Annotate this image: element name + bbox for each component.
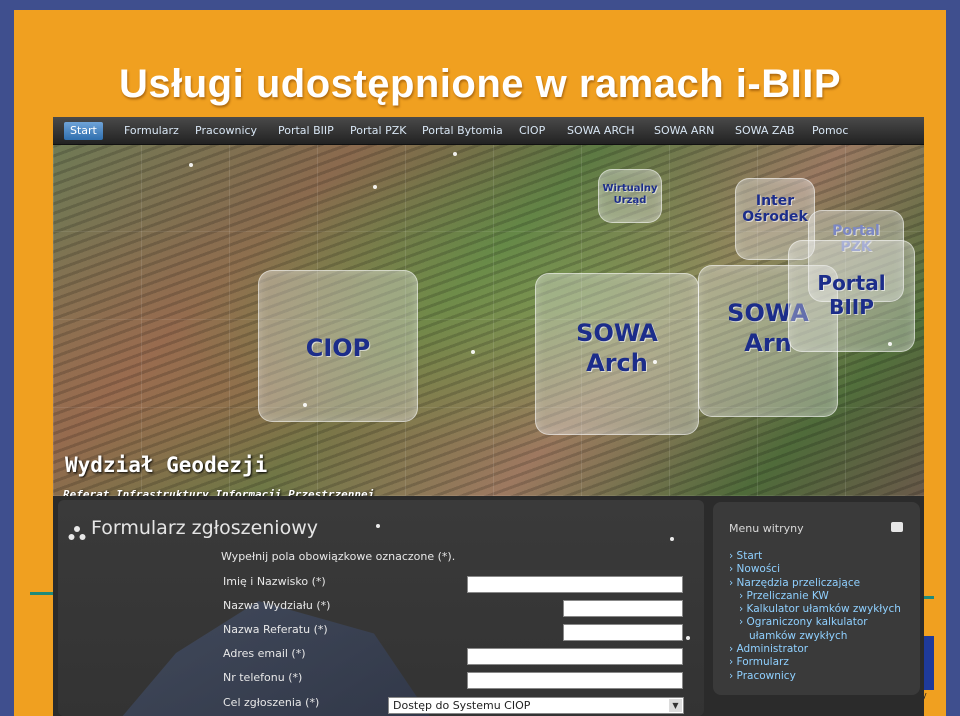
nav-item-ciop[interactable]: CIOP [513, 122, 551, 140]
tile-biip-label-1: Portal [817, 271, 886, 295]
email-field[interactable] [467, 648, 683, 665]
menu-item-narzedzia[interactable]: › Narzędzia przeliczające [729, 577, 901, 590]
name-field[interactable] [467, 576, 683, 593]
chevron-right-icon: › [739, 603, 747, 616]
tile-sowa-arch-label-2: Arch [586, 349, 648, 377]
menu-item-label: Pracownicy [736, 669, 796, 682]
menu-item-label: Ograniczony kalkulator [746, 616, 868, 629]
sparkle-dot [670, 537, 674, 541]
comment-icon [891, 522, 903, 532]
form-hint: Wypełnij pola obowiązkowe oznaczone (*). [221, 550, 456, 563]
form-panel: Formularz zgłoszeniowy Wypełnij pola obo… [58, 500, 704, 716]
nav-item-formularz[interactable]: Formularz [118, 122, 185, 140]
people-icon [68, 526, 86, 540]
chevron-right-icon: › [729, 550, 737, 562]
chevron-right-icon: › [729, 656, 737, 669]
nav-item-pomoc[interactable]: Pomoc [806, 122, 854, 140]
label-email: Adres email (*) [223, 647, 306, 660]
tile-ciop-label: CIOP [305, 334, 371, 362]
menu-item-kalkulator[interactable]: › Kalkulator ułamków zwykłych [729, 603, 901, 616]
section-field[interactable] [563, 624, 683, 641]
chevron-right-icon: › [729, 669, 737, 682]
tile-wirtualny-label-2: Urząd [613, 195, 647, 206]
slide-title: Usługi udostępnione w ramach i-BIIP [118, 62, 842, 106]
label-section: Nazwa Referatu (*) [223, 623, 328, 636]
top-navigation-bar: Start Formularz Pracownicy Portal BIIP P… [53, 117, 924, 145]
label-department: Nazwa Wydziału (*) [223, 599, 331, 612]
nav-item-pracownicy[interactable]: Pracownicy [189, 122, 263, 140]
content-area: Formularz zgłoszeniowy Wypełnij pola obo… [53, 496, 924, 716]
nav-item-portal-bytomia[interactable]: Portal Bytomia [416, 122, 509, 140]
nav-item-sowa-arn[interactable]: SOWA ARN [648, 122, 720, 140]
tile-ciop[interactable]: CIOP [258, 270, 418, 422]
menu-item-label: Formularz [736, 656, 789, 669]
menu-item-label: Przeliczanie KW [746, 589, 829, 602]
embedded-website-screenshot: Start Formularz Pracownicy Portal BIIP P… [53, 117, 924, 716]
menu-item-ograniczony-kalkulator[interactable]: › Ograniczony kalkulator [729, 616, 901, 629]
tile-pzk-label-1: Portal [832, 223, 880, 239]
menu-item-label: ułamków zwykłych [749, 629, 848, 642]
label-name: Imię i Nazwisko (*) [223, 575, 326, 588]
chevron-right-icon: › [729, 576, 737, 589]
sparkle-dot [686, 636, 690, 640]
department-field[interactable] [563, 600, 683, 617]
chevron-right-icon: › [739, 616, 747, 629]
menu-item-przeliczanie-kw[interactable]: › Przeliczanie KW [729, 590, 901, 603]
nav-item-sowa-zab[interactable]: SOWA ZAB [729, 122, 801, 140]
sparkle-dot [453, 152, 457, 156]
menu-item-label: Administrator [736, 643, 809, 656]
menu-item-label: Kalkulator ułamków zwykłych [746, 603, 901, 616]
sparkle-dot [471, 350, 475, 354]
menu-item-start[interactable]: › Start [729, 550, 901, 563]
nav-item-portal-biip[interactable]: Portal BIIP [272, 122, 340, 140]
menu-item-pracownicy[interactable]: › Pracownicy [729, 670, 901, 683]
label-purpose: Cel zgłoszenia (*) [223, 696, 320, 709]
menu-item-nowosci[interactable]: › Nowości [729, 563, 901, 576]
tile-portal-biip[interactable]: Portal BIIP [788, 240, 915, 352]
sparkle-dot [373, 185, 377, 189]
sparkle-dot [303, 403, 307, 407]
chevron-right-icon: › [729, 563, 737, 576]
label-phone: Nr telefonu (*) [223, 671, 303, 684]
tile-inter-label-1: Inter [755, 193, 795, 209]
phone-field[interactable] [467, 672, 683, 689]
tile-wirtualny-label-1: Wirtualny [602, 183, 658, 194]
sparkle-dot [653, 360, 657, 364]
aerial-photo-banner: CIOP SOWA Arch SOWA Arn Wirtualny Urząd … [53, 145, 924, 501]
menu-item-label: Narzędzia przeliczające [736, 576, 861, 589]
menu-title: Menu witryny [729, 522, 804, 535]
tile-sowa-arch[interactable]: SOWA Arch [535, 273, 699, 435]
site-menu-panel: Menu witryny › Start › Nowości › Narzędz… [713, 502, 920, 695]
form-heading: Formularz zgłoszeniowy [91, 517, 318, 539]
chevron-right-icon: › [729, 643, 737, 656]
nav-item-sowa-arch[interactable]: SOWA ARCH [561, 122, 641, 140]
sparkle-dot [376, 524, 380, 528]
nav-item-portal-pzk[interactable]: Portal PZK [344, 122, 412, 140]
sparkle-dot [189, 163, 193, 167]
chevron-down-icon[interactable]: ▼ [669, 699, 682, 712]
tile-inter-label-2: Ośrodek [742, 209, 808, 225]
menu-list: › Start › Nowości › Narzędzia przeliczaj… [729, 550, 901, 683]
purpose-select[interactable]: Dostęp do Systemu CIOP ▼ [388, 697, 684, 714]
chevron-right-icon: › [739, 589, 747, 602]
purpose-select-value: Dostęp do Systemu CIOP [393, 699, 531, 712]
tile-sowa-arch-label-1: SOWA [576, 319, 658, 347]
tile-wirtualny-urzad[interactable]: Wirtualny Urząd [598, 169, 662, 223]
menu-item-label: Nowości [736, 563, 780, 576]
menu-item-administrator[interactable]: › Administrator [729, 643, 901, 656]
menu-item-continuation[interactable]: ułamków zwykłych [729, 630, 901, 643]
department-title: Wydział Geodezji [65, 453, 268, 477]
sparkle-dot [888, 342, 892, 346]
tile-biip-label-2: BIIP [829, 295, 874, 319]
menu-item-label: Start [736, 550, 763, 562]
nav-item-start[interactable]: Start [64, 122, 103, 140]
menu-item-formularz[interactable]: › Formularz [729, 656, 901, 669]
